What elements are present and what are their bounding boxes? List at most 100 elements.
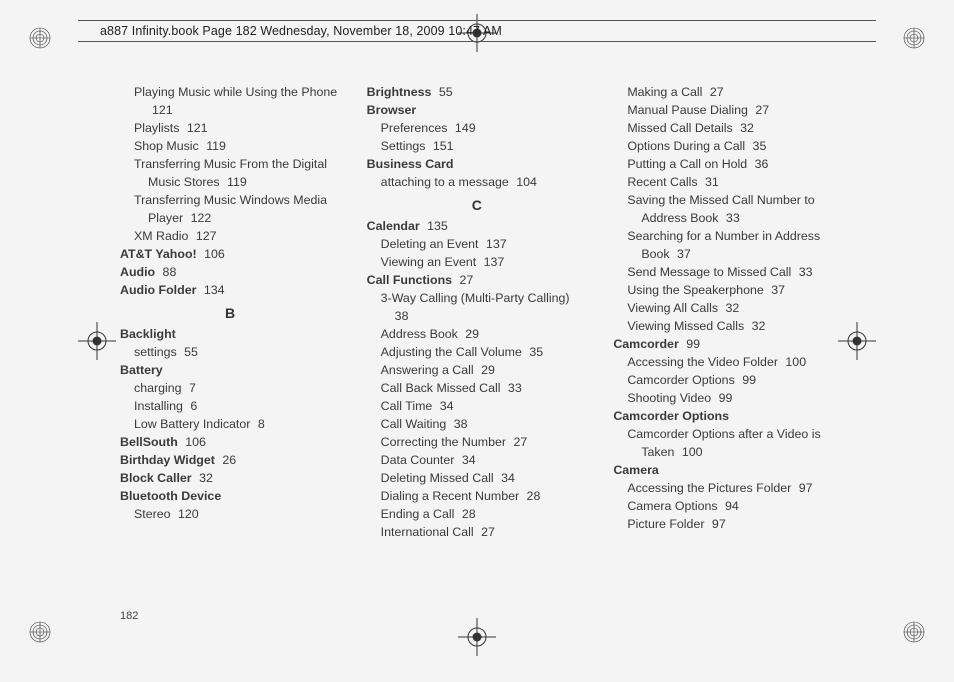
index-subentry: Shop Music 119 <box>120 138 341 156</box>
index-page-ref: 119 <box>224 175 247 189</box>
index-entry-text: Correcting the Number <box>381 435 506 449</box>
index-heading: Battery <box>120 362 341 380</box>
index-entry-text: Recent Calls <box>627 175 697 189</box>
index-heading: Birthday Widget 26 <box>120 452 341 470</box>
index-page-ref: 29 <box>478 363 495 377</box>
index-entry-text: Brightness <box>367 85 432 99</box>
index-subentry: Deleting an Event 137 <box>367 236 588 254</box>
index-page-ref: 34 <box>436 399 453 413</box>
index-subentry: Using the Speakerphone 37 <box>613 282 834 300</box>
index-page-ref: 127 <box>192 229 216 243</box>
index-entry-text: BellSouth <box>120 435 178 449</box>
index-subentry: Viewing an Event 137 <box>367 254 588 272</box>
index-page-ref: 27 <box>510 435 527 449</box>
index-subentry: Searching for a Number in Address Book 3… <box>613 228 834 264</box>
index-entry-text: Camcorder <box>613 337 678 351</box>
index-subentry: Ending a Call 28 <box>367 506 588 524</box>
index-subentry: Missed Call Details 32 <box>613 120 834 138</box>
index-subentry: Recent Calls 31 <box>613 174 834 192</box>
index-heading: Call Functions 27 <box>367 272 588 290</box>
registration-swirl-icon <box>28 26 52 50</box>
registration-mark-icon <box>458 618 496 656</box>
index-entry-text: Accessing the Video Folder <box>627 355 778 369</box>
index-subentry: Making a Call 27 <box>613 84 834 102</box>
index-entry-text: Deleting an Event <box>381 237 479 251</box>
index-entry-text: Camcorder Options after a Video is Taken <box>627 427 820 459</box>
index-subentry: Call Time 34 <box>367 398 588 416</box>
index-subentry: Manual Pause Dialing 27 <box>613 102 834 120</box>
index-page-ref: 35 <box>749 139 766 153</box>
index-page-ref: 120 <box>175 507 199 521</box>
index-heading: Browser <box>367 102 588 120</box>
registration-swirl-icon <box>902 620 926 644</box>
index-column-3: Making a Call 27Manual Pause Dialing 27M… <box>613 84 834 598</box>
index-entry-text: Ending a Call <box>381 507 455 521</box>
index-subentry: Dialing a Recent Number 28 <box>367 488 588 506</box>
index-entry-text: Manual Pause Dialing <box>627 103 748 117</box>
index-page-ref: 106 <box>201 247 225 261</box>
index-page-ref: 134 <box>200 283 224 297</box>
index-subentry: Stereo 120 <box>120 506 341 524</box>
index-entry-text: Installing <box>134 399 183 413</box>
index-subentry: Installing 6 <box>120 398 341 416</box>
index-section-letter: C <box>367 195 588 215</box>
registration-swirl-icon <box>28 620 52 644</box>
index-heading: Calendar 135 <box>367 218 588 236</box>
index-subentry: Data Counter 34 <box>367 452 588 470</box>
index-entry-text: Low Battery Indicator <box>134 417 250 431</box>
index-heading: Business Card <box>367 156 588 174</box>
index-page-ref: 99 <box>715 391 732 405</box>
index-entry-text: Camera <box>613 463 658 477</box>
index-entry-text: Missed Call Details <box>627 121 732 135</box>
index-entry-text: Answering a Call <box>381 363 474 377</box>
index-entry-text: Deleting Missed Call <box>381 471 494 485</box>
index-entry-text: Accessing the Pictures Folder <box>627 481 791 495</box>
index-subentry: Options During a Call 35 <box>613 138 834 156</box>
index-column-2: Brightness 55BrowserPreferences 149Setti… <box>367 84 588 598</box>
index-subentry: Call Back Missed Call 33 <box>367 380 588 398</box>
page-header: a887 Infinity.book Page 182 Wednesday, N… <box>78 20 876 54</box>
index-page-ref: 100 <box>782 355 806 369</box>
index-page-ref: 149 <box>451 121 475 135</box>
header-text: a887 Infinity.book Page 182 Wednesday, N… <box>78 21 876 41</box>
index-page-ref: 33 <box>504 381 521 395</box>
index-entry-text: Data Counter <box>381 453 455 467</box>
index-heading: Block Caller 32 <box>120 470 341 488</box>
index-entry-text: Call Functions <box>367 273 452 287</box>
registration-mark-icon <box>78 322 116 360</box>
index-entry-text: Using the Speakerphone <box>627 283 763 297</box>
index-entry-text: Calendar <box>367 219 420 233</box>
index-entry-text: Adjusting the Call Volume <box>381 345 522 359</box>
index-subentry: Answering a Call 29 <box>367 362 588 380</box>
index-entry-text: Backlight <box>120 327 176 341</box>
index-entry-text: Bluetooth Device <box>120 489 221 503</box>
index-page-ref: 121 <box>152 103 173 117</box>
index-entry-text: Preferences <box>381 121 448 135</box>
index-entry-text: Shop Music <box>134 139 199 153</box>
index-page-ref: 36 <box>751 157 768 171</box>
index-page-ref: 33 <box>722 211 739 225</box>
index-page-ref: 135 <box>424 219 448 233</box>
index-page-ref: 106 <box>182 435 206 449</box>
index-subentry: Putting a Call on Hold 36 <box>613 156 834 174</box>
header-rule <box>78 41 876 42</box>
index-subentry: Viewing All Calls 32 <box>613 300 834 318</box>
index-page-ref: 121 <box>183 121 207 135</box>
index-entry-text: Call Time <box>381 399 433 413</box>
index-entry-text: Viewing an Event <box>381 255 477 269</box>
index-entry-text: Business Card <box>367 157 454 171</box>
index-entry-text: Viewing All Calls <box>627 301 718 315</box>
index-entry-text: Dialing a Recent Number <box>381 489 519 503</box>
index-page-ref: 94 <box>722 499 739 513</box>
index-subentry: attaching to a message 104 <box>367 174 588 192</box>
index-heading: Backlight <box>120 326 341 344</box>
index-subentry: Low Battery Indicator 8 <box>120 416 341 434</box>
index-heading: AT&T Yahoo! 106 <box>120 246 341 264</box>
index-subentry: Shooting Video 99 <box>613 390 834 408</box>
index-page-ref: 97 <box>795 481 812 495</box>
index-heading: Audio 88 <box>120 264 341 282</box>
index-subentry: Call Waiting 38 <box>367 416 588 434</box>
index-page-ref: 33 <box>795 265 812 279</box>
index-entry-text: Viewing Missed Calls <box>627 319 744 333</box>
index-page-ref: 137 <box>480 255 504 269</box>
